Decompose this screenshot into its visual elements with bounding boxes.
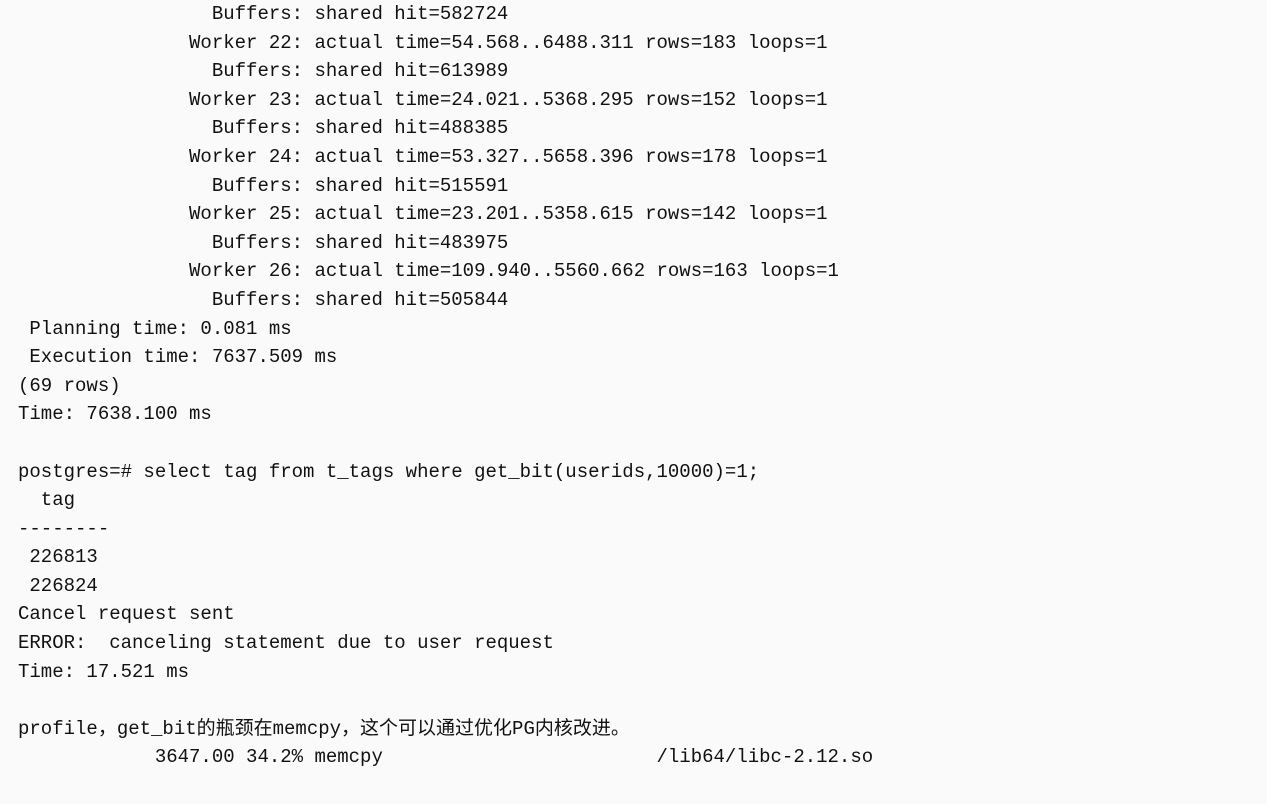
output-line: Cancel request sent: [18, 603, 235, 625]
db-explain-output: Buffers: shared hit=582724 Worker 22: ac…: [0, 0, 1267, 772]
output-line: Buffers: shared hit=483975: [18, 232, 508, 254]
output-line: Buffers: shared hit=582724: [18, 3, 508, 25]
output-line: Worker 22: actual time=54.568..6488.311 …: [18, 32, 828, 54]
output-line: Worker 25: actual time=23.201..5358.615 …: [18, 203, 828, 225]
output-line: tag: [18, 489, 109, 511]
output-line: Worker 23: actual time=24.021..5368.295 …: [18, 89, 828, 111]
output-line: 226824: [18, 575, 98, 597]
output-line: --------: [18, 518, 109, 540]
output-line: Buffers: shared hit=515591: [18, 175, 508, 197]
output-line: 3647.00 34.2% memcpy /lib64/libc-2.12.so: [18, 746, 873, 768]
output-line: Buffers: shared hit=488385: [18, 117, 508, 139]
output-line: Planning time: 0.081 ms: [18, 318, 292, 340]
output-line: Time: 7638.100 ms: [18, 403, 212, 425]
output-line: ERROR: canceling statement due to user r…: [18, 632, 554, 654]
output-line: Buffers: shared hit=505844: [18, 289, 508, 311]
output-line: Worker 26: actual time=109.940..5560.662…: [18, 260, 839, 282]
output-line: (69 rows): [18, 375, 121, 397]
output-line: Execution time: 7637.509 ms: [18, 346, 337, 368]
output-line: 226813: [18, 546, 98, 568]
output-line: Worker 24: actual time=53.327..5658.396 …: [18, 146, 828, 168]
output-line: profile，get_bit的瓶颈在memcpy，这个可以通过优化PG内核改进…: [18, 718, 630, 740]
output-line: postgres=# select tag from t_tags where …: [18, 461, 759, 483]
output-line: Buffers: shared hit=613989: [18, 60, 508, 82]
output-line: Time: 17.521 ms: [18, 661, 189, 683]
